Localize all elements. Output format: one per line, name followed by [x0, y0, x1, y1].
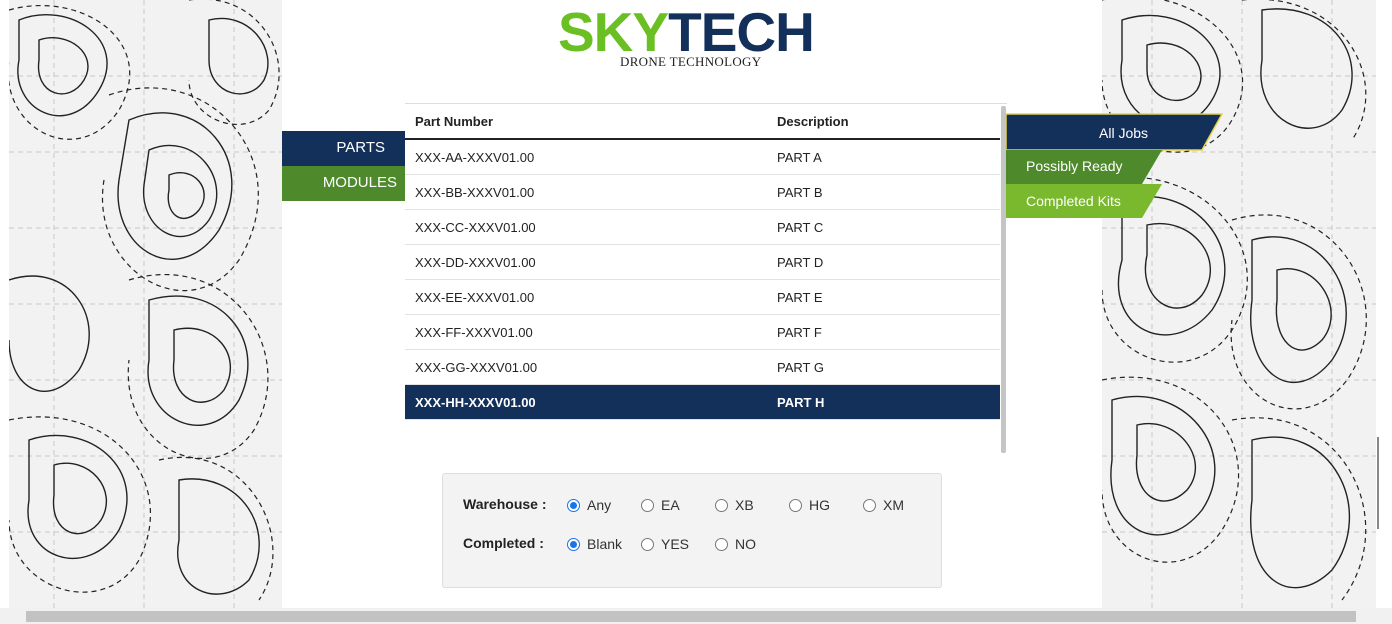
- radio-icon[interactable]: [863, 499, 876, 512]
- page-horizontal-scrollbar-thumb[interactable]: [26, 611, 1356, 622]
- completed-label: Completed :: [463, 535, 544, 551]
- cell-description: PART H: [777, 395, 825, 410]
- radio-label: Any: [587, 497, 612, 513]
- radio-selected-icon[interactable]: [567, 499, 580, 512]
- cell-part-number: XXX-GG-XXXV01.00: [415, 360, 538, 375]
- radio-icon[interactable]: [715, 538, 728, 551]
- radio-label: YES: [661, 536, 690, 552]
- radio-icon[interactable]: [641, 538, 654, 551]
- tab-all-jobs[interactable]: All Jobs: [1099, 125, 1148, 141]
- radio-label: HG: [809, 497, 830, 513]
- page-horizontal-scrollbar[interactable]: [0, 608, 1392, 624]
- table-row[interactable]: XXX-BB-XXXV01.00 PART B: [405, 175, 1000, 210]
- table-row[interactable]: XXX-CC-XXXV01.00 PART C: [405, 210, 1000, 245]
- radio-icon[interactable]: [789, 499, 802, 512]
- cell-description: PART D: [777, 255, 824, 270]
- table-header: Part Number Description: [405, 104, 1000, 140]
- cell-part-number: XXX-CC-XXXV01.00: [415, 220, 536, 235]
- cell-part-number: XXX-FF-XXXV01.00: [415, 325, 533, 340]
- skytech-logo: SKYTECH DRONE TECHNOLOGY: [558, 2, 818, 69]
- table-row[interactable]: XXX-FF-XXXV01.00 PART F: [405, 315, 1000, 350]
- radio-icon[interactable]: [715, 499, 728, 512]
- tab-possibly-ready[interactable]: Possibly Ready: [1026, 158, 1123, 174]
- cell-description: PART C: [777, 220, 824, 235]
- job-filter-tabs: All Jobs Possibly Ready Completed Kits: [1006, 112, 1236, 222]
- cell-description: PART F: [777, 325, 822, 340]
- cell-part-number: XXX-EE-XXXV01.00: [415, 290, 535, 305]
- radio-label: XM: [883, 497, 904, 513]
- cell-part-number: XXX-BB-XXXV01.00: [415, 185, 535, 200]
- table-row[interactable]: XXX-GG-XXXV01.00 PART G: [405, 350, 1000, 385]
- page-vertical-scrollbar[interactable]: [1376, 0, 1392, 608]
- table-row-selected[interactable]: XXX-HH-XXXV01.00 PART H: [405, 385, 1000, 420]
- nav-tab-modules[interactable]: MODULES: [282, 166, 405, 201]
- table-row[interactable]: XXX-AA-XXXV01.00 PART A: [405, 140, 1000, 175]
- radio-selected-icon[interactable]: [567, 538, 580, 551]
- column-header-description[interactable]: Description: [777, 114, 849, 129]
- logo-wordmark: SKYTECH: [558, 2, 815, 62]
- radio-label: XB: [735, 497, 754, 513]
- radio-label: Blank: [587, 536, 623, 552]
- logo-tagline: DRONE TECHNOLOGY: [620, 54, 762, 69]
- topographic-background-right: [1102, 0, 1376, 608]
- cell-part-number: XXX-AA-XXXV01.00: [415, 150, 535, 165]
- parts-table: Part Number Description XXX-AA-XXXV01.00…: [405, 103, 1007, 453]
- topographic-background-left: [9, 0, 282, 608]
- column-header-part-number[interactable]: Part Number: [415, 114, 493, 129]
- radio-icon[interactable]: [641, 499, 654, 512]
- cell-description: PART E: [777, 290, 823, 305]
- table-row[interactable]: XXX-DD-XXXV01.00 PART D: [405, 245, 1000, 280]
- nav-tab-parts[interactable]: PARTS: [282, 131, 405, 166]
- cell-description: PART G: [777, 360, 824, 375]
- filter-panel: Warehouse : Any EA XB HG XM Completed : …: [442, 473, 942, 588]
- cell-part-number: XXX-HH-XXXV01.00: [415, 395, 536, 410]
- radio-label: EA: [661, 497, 680, 513]
- table-row[interactable]: XXX-EE-XXXV01.00 PART E: [405, 280, 1000, 315]
- cell-description: PART B: [777, 185, 823, 200]
- tab-completed-kits[interactable]: Completed Kits: [1026, 193, 1121, 209]
- cell-part-number: XXX-DD-XXXV01.00: [415, 255, 536, 270]
- page-vertical-scrollbar-thumb[interactable]: [1377, 437, 1379, 529]
- radio-label: NO: [735, 536, 756, 552]
- warehouse-label: Warehouse :: [463, 496, 547, 512]
- cell-description: PART A: [777, 150, 822, 165]
